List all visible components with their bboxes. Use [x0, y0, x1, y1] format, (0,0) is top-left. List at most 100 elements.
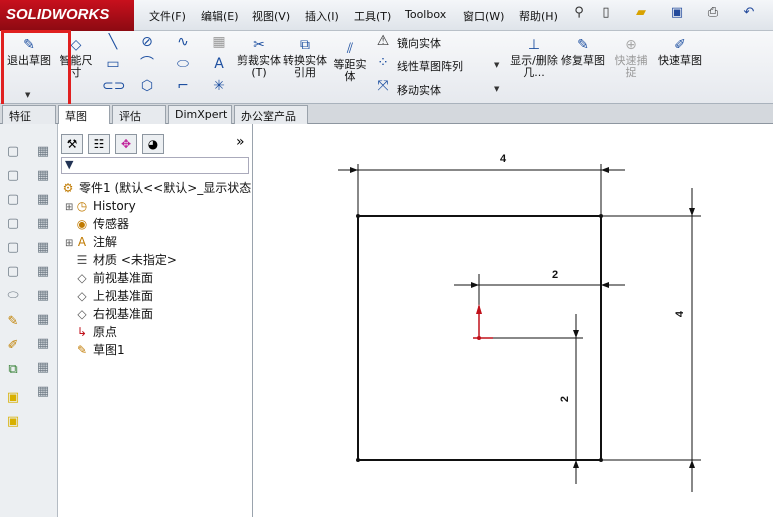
save-icon[interactable]: ▣ [668, 5, 686, 23]
undo-icon[interactable]: ↶ [740, 5, 758, 23]
table-icon[interactable]: ▦ [34, 288, 52, 304]
tree-item-top-plane[interactable]: ◇ 上视基准面 [75, 287, 153, 305]
view-box-icon[interactable]: ▢ [4, 192, 22, 208]
point-icon[interactable]: ✳ [208, 76, 230, 96]
move-entities-button[interactable]: 移动实体 [397, 82, 441, 98]
pin-icon[interactable]: ⚲ [570, 5, 588, 23]
tree-item-front-plane[interactable]: ◇ 前视基准面 [75, 269, 153, 287]
table-icon[interactable]: ▦ [34, 264, 52, 280]
tab-sketch[interactable]: 草图 [58, 105, 110, 124]
repair-sketch-button[interactable]: ✎ 修复草图 [561, 37, 605, 67]
tree-item-label: 原点 [93, 325, 118, 339]
menu-file[interactable]: 文件(F) [149, 8, 186, 24]
tab-dimxpert[interactable]: DimXpert [168, 105, 232, 124]
table-icon[interactable]: ▦ [34, 240, 52, 256]
convert-entities-button[interactable]: ⧉ 转换实体引用 [283, 37, 327, 79]
smart-pencil-icon[interactable]: ✐ [4, 338, 22, 354]
menu-help[interactable]: 帮助(H) [519, 8, 558, 24]
fillet-icon[interactable]: ⌐ [172, 76, 194, 96]
feature-manager-tree: ⚒ ☷ ✥ ◕ » ▼ ⚙ 零件1 (默认<<默认>_显示状态 ⊞ ◷ History… [58, 124, 253, 517]
tree-item-sketch1[interactable]: ✎ 草图1 [75, 341, 125, 359]
tree-item-sensors[interactable]: ◉ 传感器 [75, 215, 129, 233]
menu-window[interactable]: 窗口(W) [463, 8, 504, 24]
property-manager-tab-icon[interactable]: ☷ [88, 134, 110, 154]
table-icon[interactable]: ▦ [34, 336, 52, 352]
circle-icon[interactable]: ⊘ [136, 32, 158, 52]
filter-box[interactable]: ▼ [61, 157, 249, 174]
tree-item-material[interactable]: ☰ 材质 <未指定> [75, 251, 177, 269]
line-icon[interactable]: ╲ [102, 32, 124, 52]
table-icon[interactable]: ▦ [34, 192, 52, 208]
offset-entities-button[interactable]: ⫽ 等距实体 [329, 41, 371, 83]
tree-root[interactable]: ⚙ 零件1 (默认<<默认>_显示状态 [61, 179, 252, 197]
spline-icon[interactable]: ∿ [172, 32, 194, 52]
tab-evaluate[interactable]: 评估 [112, 105, 166, 124]
table-icon[interactable]: ▦ [34, 168, 52, 184]
layer-icon[interactable]: ▣ [4, 390, 22, 406]
graphics-area[interactable]: 4 2 4 2 [253, 124, 773, 517]
table-icon[interactable]: ▦ [34, 312, 52, 328]
material-icon: ☰ [76, 253, 88, 267]
sketch-pencil-icon[interactable]: ✎ [4, 314, 22, 330]
display-manager-tab-icon[interactable]: ◕ [142, 134, 164, 154]
layer-icon[interactable]: ▣ [4, 414, 22, 430]
dimension-inner-horizontal-2[interactable]: 2 [552, 269, 558, 281]
dim-inner-h-arrow-right [601, 282, 609, 288]
ellipse-icon[interactable]: ⬭ [172, 54, 194, 74]
tab-office[interactable]: 办公室产品 [234, 105, 308, 124]
dimension-top-4[interactable]: 4 [500, 153, 506, 165]
rapid-sketch-button[interactable]: ✐ 快速草图 [658, 37, 702, 67]
trim-entities-button[interactable]: ✂ 剪裁实体(T) [236, 37, 282, 79]
blocks-icon[interactable]: ⧉ [4, 362, 22, 378]
configuration-tab-icon[interactable]: ✥ [115, 134, 137, 154]
view-box-icon[interactable]: ▢ [4, 264, 22, 280]
rectangle-icon[interactable]: ▭ [102, 54, 124, 74]
new-document-icon[interactable]: ▯ [597, 5, 615, 23]
repair-label: 修复草图 [561, 54, 605, 67]
dimension-inner-vertical-2[interactable]: 2 [559, 396, 571, 402]
tab-features[interactable]: 特征 [2, 105, 56, 124]
view-box-icon[interactable]: ▢ [4, 144, 22, 160]
table-icon[interactable]: ▦ [34, 384, 52, 400]
menu-insert[interactable]: 插入(I) [305, 8, 339, 24]
view-box-icon[interactable]: ⬭ [4, 288, 22, 304]
linear-pattern-dropdown-icon[interactable]: ▼ [494, 61, 499, 69]
expand-icon[interactable]: ⊞ [65, 235, 75, 253]
convert-icon: ⧉ [300, 37, 310, 53]
table-icon[interactable]: ▦ [34, 144, 52, 160]
expand-icon[interactable]: ⊞ [65, 199, 75, 217]
expand-panel-icon[interactable]: » [236, 134, 245, 150]
grid-icon[interactable]: ▦ [208, 32, 230, 52]
tree-item-history[interactable]: ⊞ ◷ History [65, 197, 136, 215]
slot-icon[interactable]: ⊂⊃ [102, 76, 125, 96]
view-box-icon[interactable]: ▢ [4, 240, 22, 256]
arc-icon[interactable]: ⌒ [136, 54, 158, 74]
move-dropdown-icon[interactable]: ▼ [494, 85, 499, 93]
print-icon[interactable]: ⎙ [704, 5, 722, 23]
open-folder-icon[interactable]: ▰ [632, 5, 650, 23]
menu-edit[interactable]: 编辑(E) [201, 8, 239, 24]
command-tabs: 特征 草图 评估 DimXpert 办公室产品 [0, 104, 773, 124]
display-delete-relations-button[interactable]: ⊥ 显示/删除几... [510, 37, 558, 79]
menu-toolbox[interactable]: Toolbox [405, 8, 446, 21]
tree-item-right-plane[interactable]: ◇ 右视基准面 [75, 305, 153, 323]
mirror-entities-button[interactable]: 镜向实体 [397, 35, 441, 51]
polygon-icon[interactable]: ⬡ [136, 76, 158, 96]
table-icon[interactable]: ▦ [34, 360, 52, 376]
text-icon[interactable]: A [208, 54, 230, 74]
menu-tools[interactable]: 工具(T) [354, 8, 391, 24]
linear-pattern-button[interactable]: 线性草图阵列 [397, 58, 463, 74]
dimension-right-4[interactable]: 4 [674, 311, 686, 317]
feature-manager-tab-icon[interactable]: ⚒ [61, 134, 83, 154]
solidworks-logo[interactable]: SOLIDWORKS [0, 0, 134, 31]
view-box-icon[interactable]: ▢ [4, 168, 22, 184]
tree-item-origin[interactable]: ↳ 原点 [75, 323, 117, 341]
corner-point [356, 458, 360, 462]
view-box-icon[interactable]: ▢ [4, 216, 22, 232]
menu-view[interactable]: 视图(V) [252, 8, 290, 24]
tree-item-annotations[interactable]: ⊞ A 注解 [65, 233, 117, 251]
origin-point [477, 336, 481, 340]
quick-snaps-button[interactable]: ⊕ 快速捕捉 [610, 37, 652, 79]
table-icon[interactable]: ▦ [34, 216, 52, 232]
tree-item-label: History [93, 199, 136, 213]
